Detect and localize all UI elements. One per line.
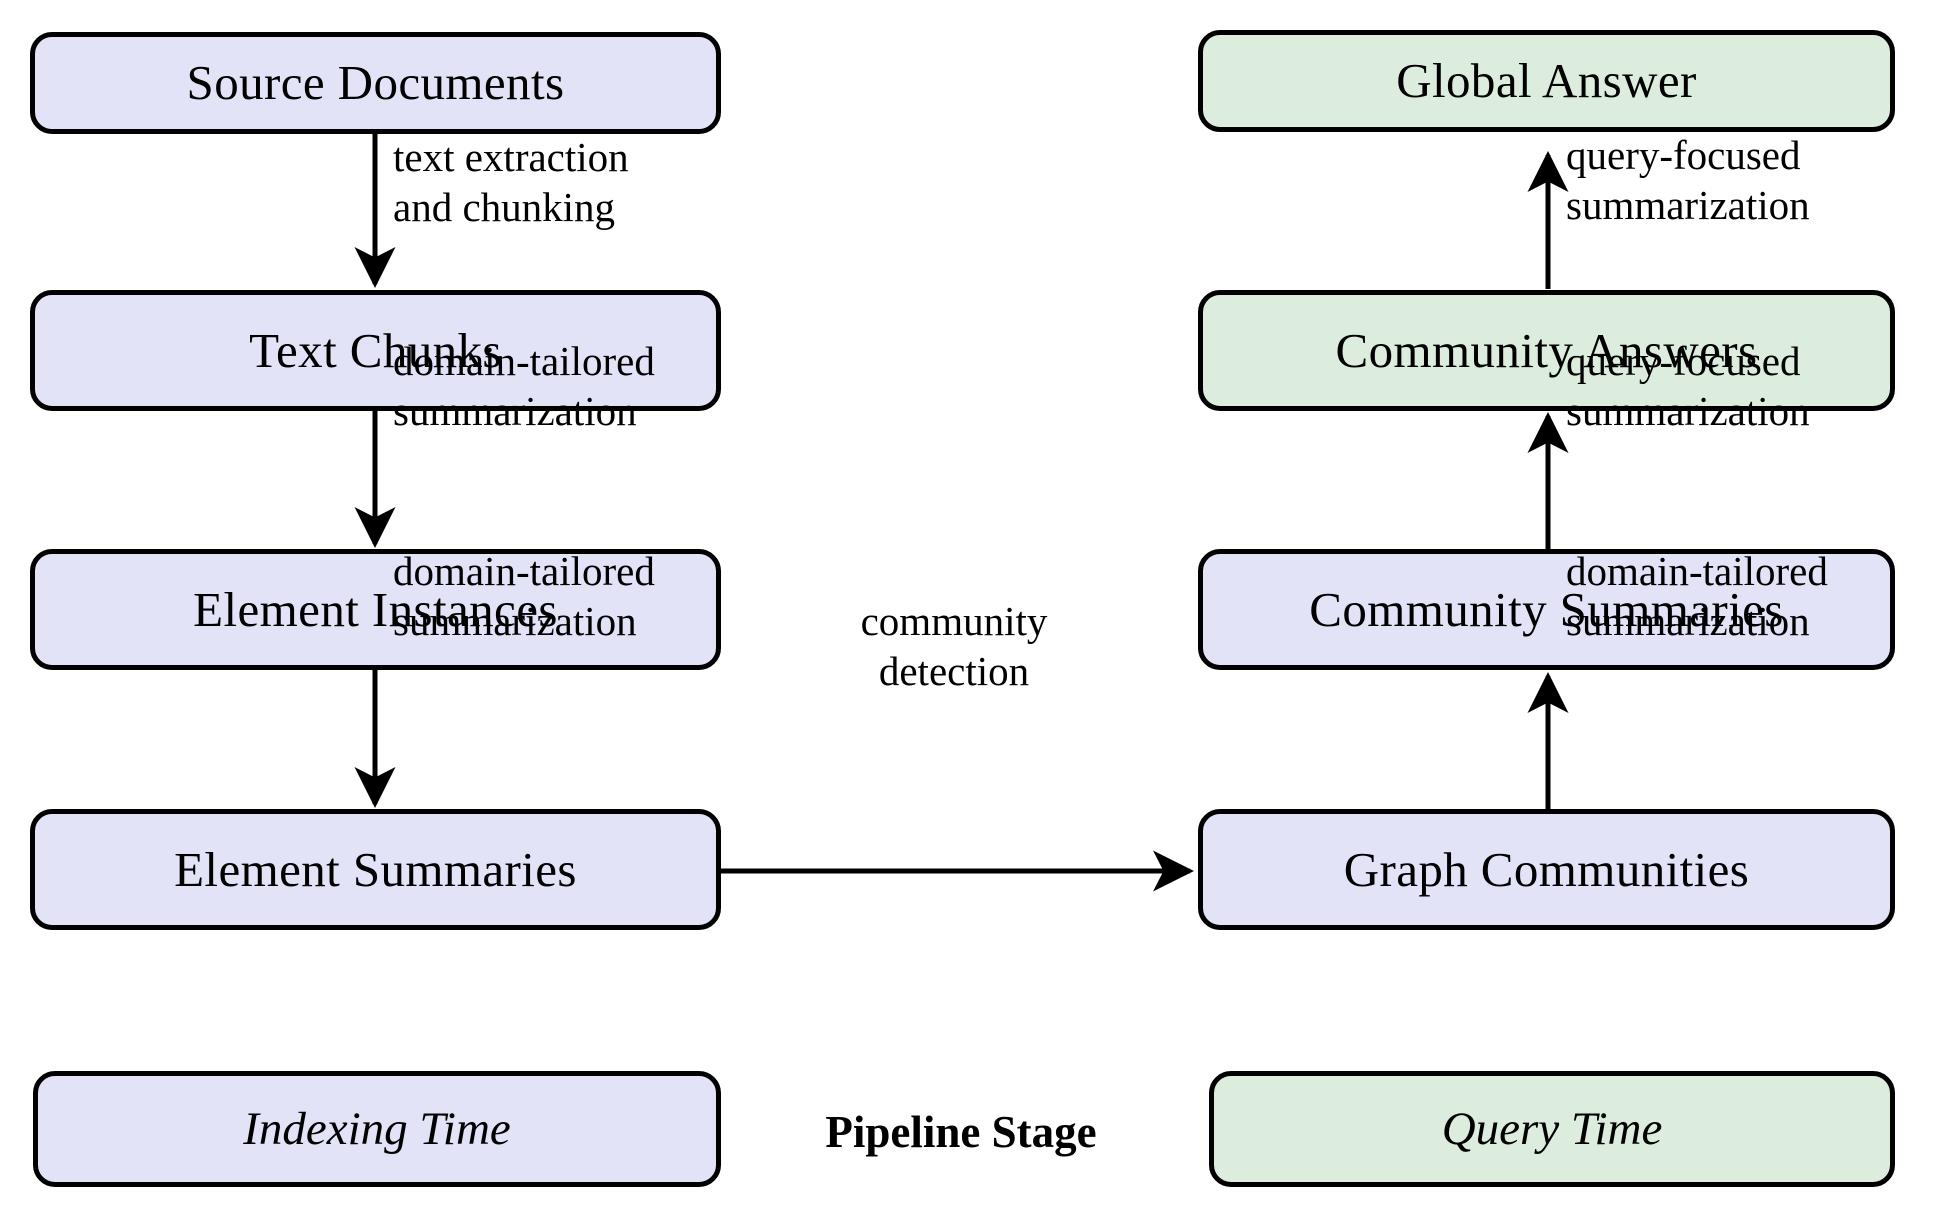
node-label: Global Answer bbox=[1396, 53, 1697, 109]
edge-label-e4: community detection bbox=[764, 596, 1144, 696]
edge-label-line2: summarization bbox=[1566, 388, 1810, 435]
edge-label-line1: community bbox=[860, 598, 1048, 644]
edge-label-e3: domain-tailored summarization bbox=[393, 546, 655, 646]
edge-label-line1: text extraction bbox=[393, 134, 629, 180]
node-element-summaries[interactable]: Element Summaries bbox=[30, 809, 721, 930]
edge-label-line2: summarization bbox=[393, 388, 637, 435]
edge-label-line1: query-focused bbox=[1566, 338, 1801, 384]
legend-indexing-label: Indexing Time bbox=[243, 1103, 511, 1155]
edge-label-line1: domain-tailored bbox=[393, 338, 655, 384]
edge-label-line2: and chunking bbox=[393, 184, 616, 231]
edge-label-line2: summarization bbox=[393, 598, 637, 645]
legend-indexing-time[interactable]: Indexing Time bbox=[33, 1071, 721, 1187]
edge-label-e1: text extraction and chunking bbox=[393, 132, 629, 232]
edge-label-line2: detection bbox=[878, 648, 1030, 695]
node-graph-communities[interactable]: Graph Communities bbox=[1198, 809, 1895, 930]
legend-query-time[interactable]: Query Time bbox=[1209, 1071, 1895, 1187]
node-label: Element Summaries bbox=[174, 841, 577, 897]
edge-label-line1: domain-tailored bbox=[1566, 548, 1828, 594]
edge-label-line2: summarization bbox=[1566, 598, 1810, 645]
node-label: Source Documents bbox=[186, 55, 565, 111]
node-global-answer[interactable]: Global Answer bbox=[1198, 30, 1895, 132]
edge-label-e6: query-focused summarization bbox=[1566, 336, 1810, 436]
edge-label-e5: domain-tailored summarization bbox=[1566, 546, 1828, 646]
edge-label-line1: query-focused bbox=[1566, 132, 1801, 178]
node-source-documents[interactable]: Source Documents bbox=[30, 32, 721, 134]
node-label: Graph Communities bbox=[1343, 841, 1750, 897]
diagram-canvas: Source Documents Text Chunks Element Ins… bbox=[0, 0, 1940, 1214]
edge-label-e7: query-focused summarization bbox=[1566, 130, 1810, 230]
legend-pipeline-stage-title: Pipeline Stage bbox=[825, 1107, 1097, 1157]
edge-label-line1: domain-tailored bbox=[393, 548, 655, 594]
edge-label-e2: domain-tailored summarization bbox=[393, 336, 655, 436]
legend-query-label: Query Time bbox=[1441, 1103, 1663, 1155]
edge-label-line2: summarization bbox=[1566, 182, 1810, 229]
